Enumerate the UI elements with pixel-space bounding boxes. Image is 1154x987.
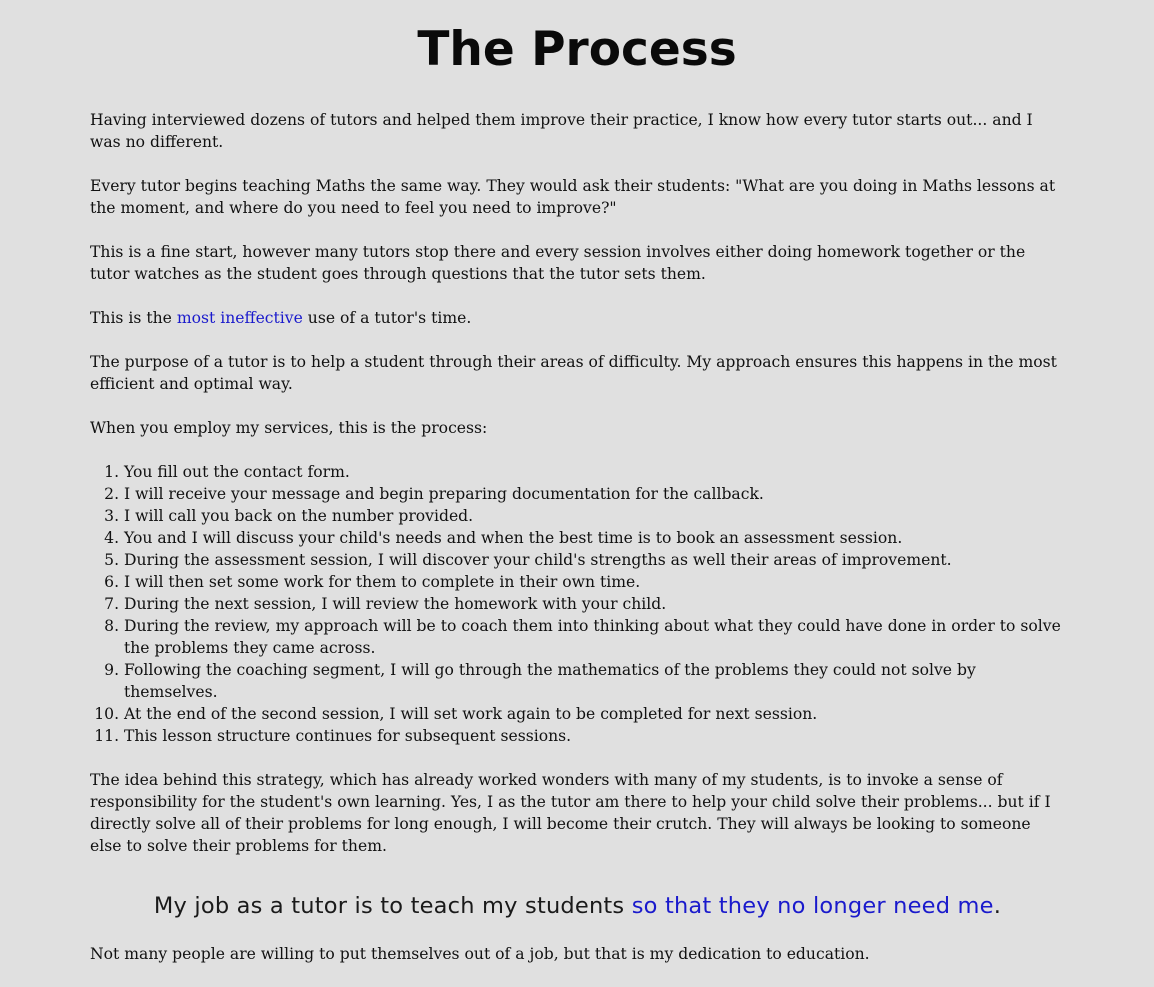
main-content: Having interviewed dozens of tutors and …	[90, 109, 1065, 987]
ineffective-paragraph: This is the most ineffective use of a tu…	[90, 307, 1065, 329]
tutor-approach-paragraph: Every tutor begins teaching Maths the sa…	[90, 177, 1056, 217]
list-item: This lesson structure continues for subs…	[124, 725, 1065, 747]
ineffective-text-before: This is the	[90, 309, 177, 327]
list-item: I will receive your message and begin pr…	[124, 483, 1065, 505]
purpose-paragraph: The purpose of a tutor is to help a stud…	[90, 353, 1057, 393]
strategy-paragraph: The idea behind this strategy, which has…	[90, 771, 1051, 855]
ineffective-text-after: use of a tutor's time.	[302, 309, 472, 327]
process-intro-paragraph: When you employ my services, this is the…	[90, 419, 488, 437]
page-title: The Process	[417, 22, 737, 77]
list-item: Following the coaching segment, I will g…	[124, 659, 1065, 703]
list-item: I will then set some work for them to co…	[124, 571, 1065, 593]
fine-start-paragraph: This is a fine start, however many tutor…	[90, 243, 1026, 283]
quote-text-after: .	[993, 893, 1002, 919]
list-item: I will call you back on the number provi…	[124, 505, 1065, 527]
tutor-job-quote: My job as a tutor is to teach my student…	[90, 879, 1065, 921]
list-item: During the next session, I will review t…	[124, 593, 1065, 615]
list-item: During the review, my approach will be t…	[124, 615, 1065, 659]
closing-paragraph: Not many people are willing to put thems…	[90, 945, 870, 963]
ineffective-highlight: most ineffective	[176, 309, 303, 327]
list-item: You fill out the contact form.	[124, 461, 1065, 483]
process-steps-list: You fill out the contact form. I will re…	[90, 461, 1065, 747]
quote-highlight: so that they no longer need me	[631, 893, 994, 919]
intro-paragraph: Having interviewed dozens of tutors and …	[90, 111, 1033, 151]
quote-text-before: My job as a tutor is to teach my student…	[153, 893, 632, 919]
list-item: During the assessment session, I will di…	[124, 549, 1065, 571]
list-item: At the end of the second session, I will…	[124, 703, 1065, 725]
list-item: You and I will discuss your child's need…	[124, 527, 1065, 549]
